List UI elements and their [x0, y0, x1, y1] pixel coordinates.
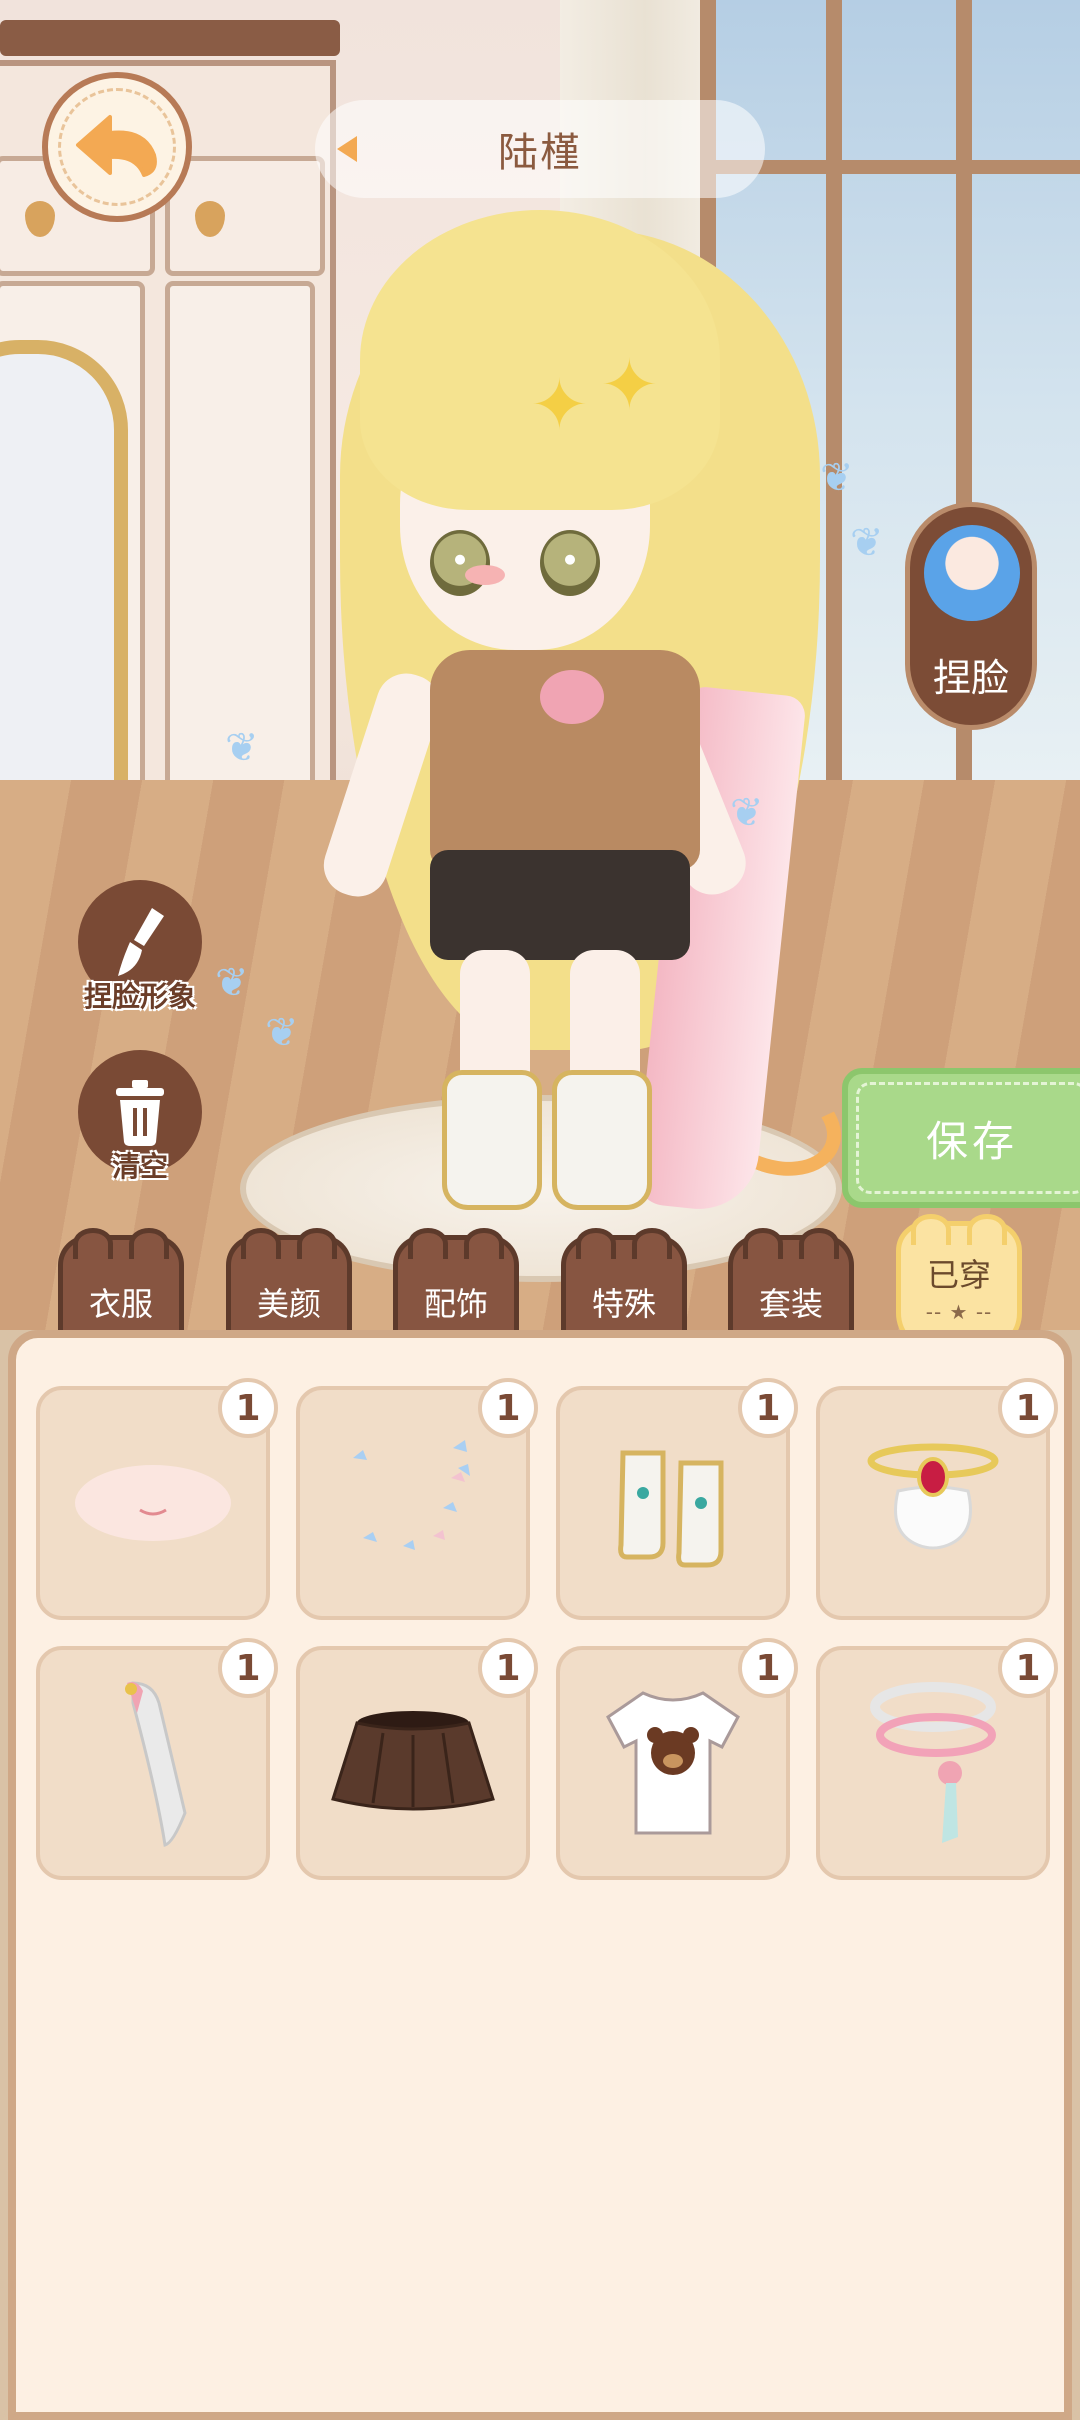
item-count-badge: 1 [738, 1378, 798, 1438]
rose-brooch [540, 670, 604, 724]
star-hairpin-icon: ✦ [530, 364, 589, 446]
character-name-bar[interactable]: 陆槿 [315, 100, 765, 198]
worn-items-panel: 1 1 1 1 1 1 1 1 [8, 1330, 1072, 2420]
character-avatar[interactable]: ✦ ✦ [280, 170, 840, 1220]
bracelets-icon [870, 1682, 996, 1843]
face-edit-label: 捏脸 [932, 656, 1009, 700]
mouth-blush-icon [75, 1465, 231, 1541]
item-slot[interactable]: 1 [816, 1378, 1058, 1620]
category-tabs: 衣服 美颜 配饰 特殊 套装 已穿 -- ★ -- [0, 1214, 1080, 1353]
item-slot[interactable]: 1 [36, 1638, 278, 1880]
back-button[interactable] [42, 72, 192, 222]
save-label: 保存 [925, 1116, 1018, 1166]
caret-left-icon [337, 136, 357, 162]
face-edit-button[interactable]: 捏脸 [905, 502, 1037, 730]
right-eye [540, 530, 600, 596]
butterfly-icon: ❦ [820, 455, 854, 501]
face-avatar-icon [924, 525, 1020, 621]
tab-accessories[interactable]: 配饰 [393, 1228, 519, 1339]
item-slot[interactable]: 1 [296, 1638, 538, 1880]
butterfly-icon: ❦ [850, 520, 884, 566]
gem-collar-icon [867, 1443, 999, 1550]
item-count-badge: 1 [478, 1378, 538, 1438]
tab-decoration: -- ★ -- [925, 1300, 993, 1324]
item-slot[interactable]: 1 [556, 1638, 798, 1880]
item-count-badge: 1 [998, 1638, 1058, 1698]
clear-label: 清空 [111, 1150, 168, 1183]
butterflies-icon [353, 1440, 470, 1550]
tab-beauty[interactable]: 美颜 [226, 1228, 352, 1339]
boots-icon [618, 1450, 724, 1568]
blush [465, 565, 505, 585]
bear-tshirt-icon [606, 1691, 740, 1835]
item-slot[interactable]: 1 [296, 1378, 538, 1620]
tab-clothes[interactable]: 衣服 [58, 1228, 184, 1339]
black-shorts [430, 850, 690, 960]
character-name: 陆槿 [498, 130, 582, 176]
item-grid: 1 1 1 1 1 1 1 1 [36, 1378, 1060, 1880]
item-count-badge: 1 [218, 1378, 278, 1438]
left-boot [442, 1070, 542, 1210]
shelf [0, 20, 340, 56]
tab-outfits[interactable]: 套装 [728, 1228, 854, 1339]
star-hairpin-icon: ✦ [600, 344, 659, 426]
item-slot[interactable]: 1 [556, 1378, 798, 1620]
item-count-badge: 1 [218, 1638, 278, 1698]
right-boot [552, 1070, 652, 1210]
item-slot[interactable]: 1 [36, 1378, 278, 1620]
butterfly-icon: ❦ [265, 1010, 299, 1056]
left-eye [430, 530, 490, 596]
butterfly-icon: ❦ [215, 960, 249, 1006]
item-count-badge: 1 [738, 1638, 798, 1698]
butterfly-icon: ❦ [730, 790, 764, 836]
item-count-badge: 1 [998, 1378, 1058, 1438]
butterfly-icon: ❦ [225, 725, 259, 771]
ribbon-cape-icon [125, 1681, 187, 1847]
face-image-label: 捏脸形象 [83, 980, 196, 1013]
brown-skirt-icon [331, 1711, 495, 1811]
tab-special[interactable]: 特殊 [561, 1228, 687, 1339]
hair-bangs [360, 210, 720, 510]
back-arrow-icon [76, 115, 157, 177]
save-button[interactable]: 保存 [842, 1068, 1080, 1208]
item-slot[interactable]: 1 [816, 1638, 1058, 1880]
item-count-badge: 1 [478, 1638, 538, 1698]
